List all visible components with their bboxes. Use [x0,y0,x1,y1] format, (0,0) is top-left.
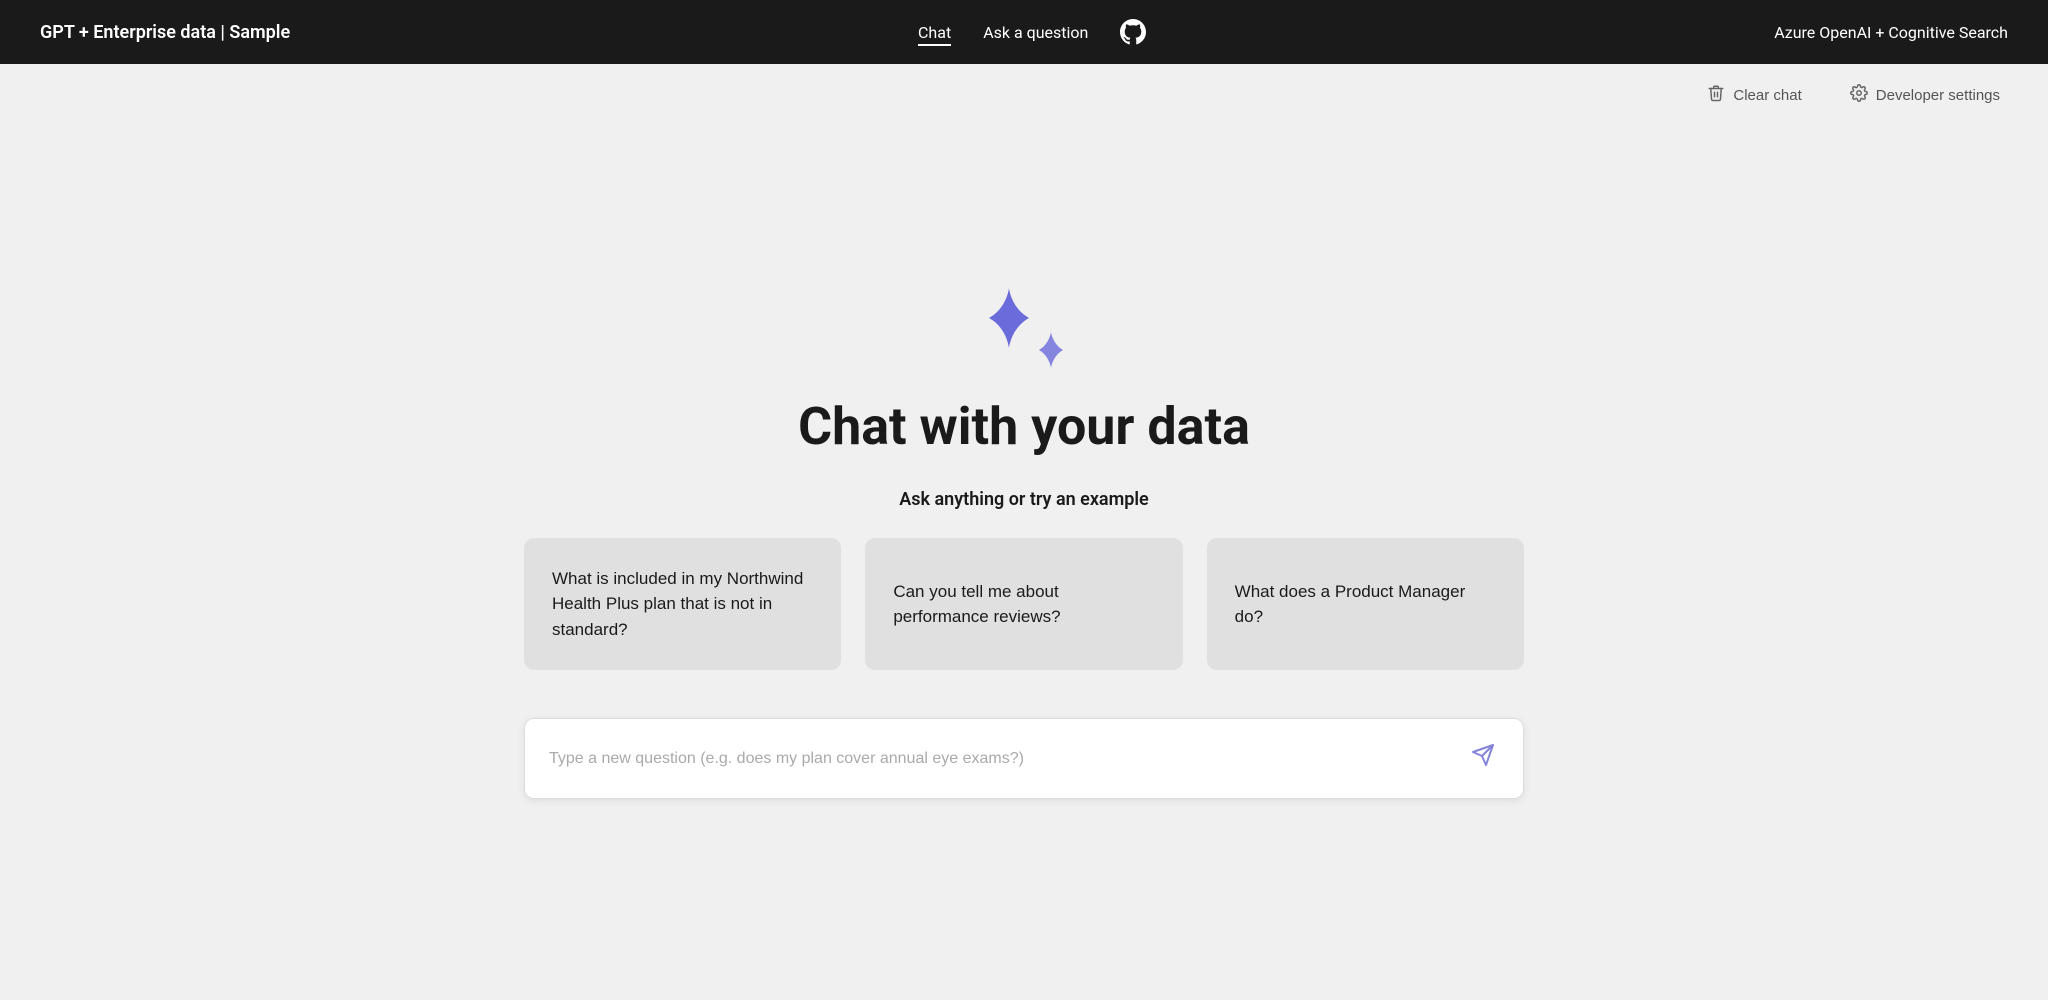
send-icon [1471,743,1495,774]
azure-label: Azure OpenAI + Cognitive Search [1774,23,2008,42]
chat-input[interactable] [549,750,1467,768]
app-title: GPT + Enterprise data | Sample [40,22,290,43]
send-button[interactable] [1467,739,1499,778]
toolbar: Clear chat Developer settings [0,64,2048,127]
hero-subtitle: Ask anything or try an example [899,489,1148,510]
developer-settings-button[interactable]: Developer settings [1842,80,2008,111]
example-card-1[interactable]: What is included in my Northwind Health … [524,538,841,671]
github-icon[interactable] [1120,19,1146,45]
chat-input-container [524,718,1524,799]
clear-chat-button[interactable]: Clear chat [1699,80,1809,111]
header: GPT + Enterprise data | Sample Chat Ask … [0,0,2048,64]
example-cards: What is included in my Northwind Health … [524,538,1524,671]
gear-icon [1850,84,1868,107]
nav-ask-question[interactable]: Ask a question [983,19,1088,46]
developer-settings-label: Developer settings [1876,87,2000,104]
sparkle-icon [979,288,1069,368]
header-nav: Chat Ask a question [918,19,1146,46]
trash-icon [1707,84,1725,107]
nav-chat[interactable]: Chat [918,19,951,46]
example-card-2[interactable]: Can you tell me about performance review… [865,538,1182,671]
example-card-3[interactable]: What does a Product Manager do? [1207,538,1524,671]
clear-chat-label: Clear chat [1733,87,1801,104]
main-content: Chat with your data Ask anything or try … [0,127,2048,1000]
hero-title: Chat with your data [798,396,1250,457]
